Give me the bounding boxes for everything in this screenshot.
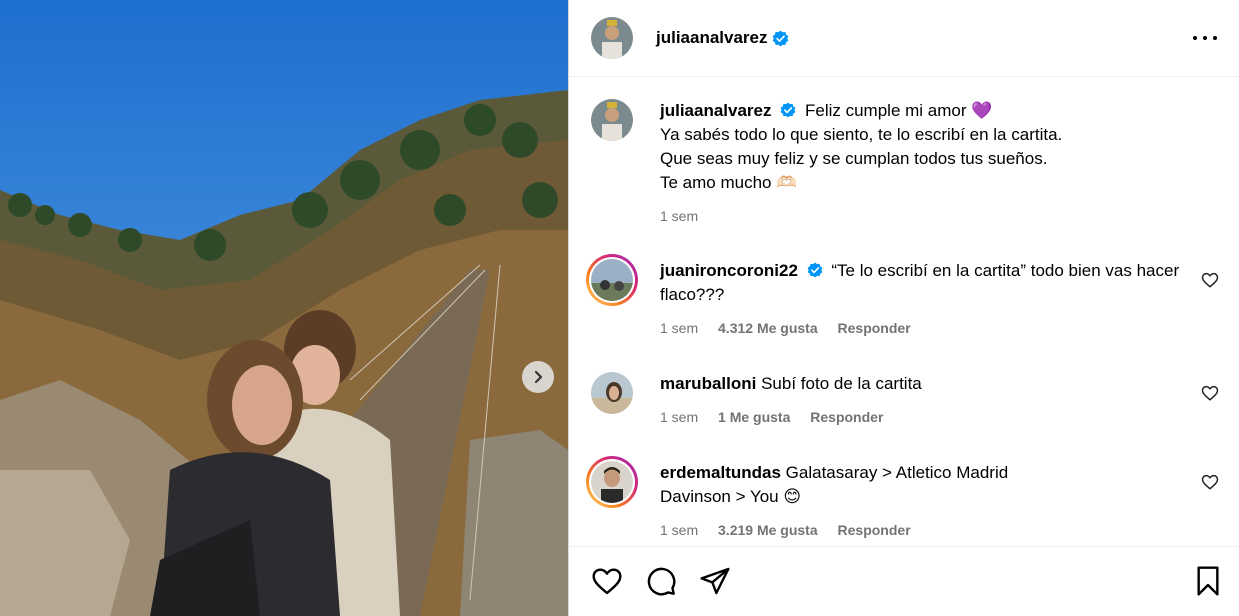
post-details-panel: juliaanalvarez juliaanalvarez Feliz cump…	[568, 0, 1239, 616]
comment-text: Subí foto de la cartita	[761, 374, 922, 393]
comment-text-line: Davinson > You 😊	[660, 487, 802, 506]
post-author-username[interactable]: juliaanalvarez	[656, 28, 768, 48]
comment-username[interactable]: erdemaltundas	[660, 463, 781, 482]
comment-likes[interactable]: 1 Me gusta	[718, 409, 790, 425]
verified-badge-icon	[807, 262, 823, 278]
comment-username[interactable]: juanironcoroni22	[660, 261, 798, 280]
comment-meta: 1 sem 3.219 Me gusta Responder	[660, 521, 1211, 539]
avatar[interactable]	[591, 17, 633, 59]
comment-timestamp: 1 sem	[660, 320, 699, 336]
reply-button[interactable]: Responder	[838, 522, 911, 538]
heart-icon[interactable]	[1201, 473, 1219, 491]
caption-line: Feliz cumple mi amor 💜	[804, 101, 993, 120]
bookmark-icon[interactable]	[1192, 565, 1224, 597]
caption-timestamp: 1 sem	[660, 208, 699, 224]
verified-badge-icon	[772, 30, 788, 46]
comment-item: erdemaltundas Galatasaray > Atletico Mad…	[586, 456, 1219, 541]
dot	[1213, 36, 1217, 40]
post-header: juliaanalvarez	[569, 0, 1239, 77]
chevron-right-icon	[534, 370, 543, 384]
comment-timestamp: 1 sem	[660, 522, 699, 538]
comment-username[interactable]: maruballoni	[660, 374, 756, 393]
caption-line: Te amo mucho 🫶🏻	[660, 173, 798, 192]
comment-likes[interactable]: 4.312 Me gusta	[718, 320, 818, 336]
heart-icon[interactable]	[1201, 384, 1219, 402]
caption-meta: 1 sem	[660, 207, 1211, 225]
caption-username[interactable]: juliaanalvarez	[660, 101, 772, 120]
heart-icon[interactable]	[1201, 271, 1219, 289]
more-options-button[interactable]	[1193, 26, 1217, 50]
share-icon[interactable]	[699, 565, 731, 597]
heart-icon[interactable]	[591, 565, 623, 597]
next-photo-button[interactable]	[522, 361, 554, 393]
comment-icon[interactable]	[645, 565, 677, 597]
post-photo[interactable]	[0, 0, 568, 616]
comment-meta: 1 sem 4.312 Me gusta Responder	[660, 319, 1211, 337]
reply-button[interactable]: Responder	[810, 409, 883, 425]
comment-item: maruballoni Subí foto de la cartita 1 se…	[591, 372, 1219, 432]
avatar[interactable]	[591, 372, 633, 414]
comment-meta: 1 sem 1 Me gusta Responder	[660, 408, 1211, 426]
dot	[1203, 36, 1207, 40]
reply-button[interactable]: Responder	[838, 320, 911, 336]
story-ring-avatar[interactable]	[586, 254, 638, 306]
caption-line: Ya sabés todo lo que siento, te lo escri…	[660, 125, 1063, 144]
comment-item: juanironcoroni22 “Te lo escribí en la ca…	[586, 254, 1219, 339]
post-action-bar	[569, 546, 1239, 616]
caption-line: Que seas muy feliz y se cumplan todos tu…	[660, 149, 1048, 168]
story-ring-avatar[interactable]	[586, 456, 638, 508]
comment-timestamp: 1 sem	[660, 409, 699, 425]
comment-text-line: Galatasaray > Atletico Madrid	[785, 463, 1009, 482]
post-caption: juliaanalvarez Feliz cumple mi amor 💜 Ya…	[591, 99, 1211, 229]
more-options-icon	[1193, 36, 1197, 40]
comment-likes[interactable]: 3.219 Me gusta	[718, 522, 818, 538]
verified-badge-icon	[780, 102, 796, 118]
avatar[interactable]	[591, 99, 633, 141]
